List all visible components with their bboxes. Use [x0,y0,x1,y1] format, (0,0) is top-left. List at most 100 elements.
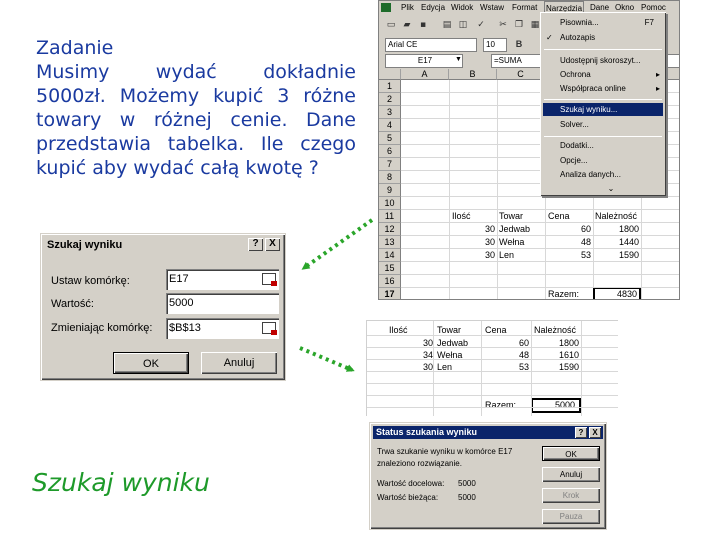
menu-format[interactable]: Format [512,3,537,12]
help-button[interactable]: ? [248,238,263,251]
dropdown-arrow-icon[interactable]: ▼ [455,56,462,63]
collapse-dialog-icon[interactable] [262,273,277,286]
menu-item-online[interactable]: Współpraca online ▸ [560,82,662,95]
ok-button[interactable]: OK [113,352,189,374]
row-header[interactable]: 10 [379,197,401,210]
price-cell[interactable]: 53 [481,361,529,374]
item-cell[interactable]: Len [437,361,452,374]
amount-cell[interactable]: 1590 [531,361,579,374]
set-cell-input[interactable]: E17 [166,269,279,290]
menu-data[interactable]: Dane [590,3,609,12]
caption-goal-seek: Szukaj wyniku [32,468,210,497]
menu-item-label: Pisownia... [560,18,599,27]
open-icon[interactable]: ▰ [401,19,413,32]
new-icon[interactable]: ▭ [385,19,397,32]
row-header[interactable]: 12 [379,223,401,236]
row-header[interactable]: 4 [379,119,401,132]
row-header[interactable]: 3 [379,106,401,119]
copy-icon[interactable]: ❐ [513,19,525,32]
row-header[interactable]: 2 [379,93,401,106]
menu-file[interactable]: Plik [401,3,414,12]
font-name-select[interactable]: Arial CE [385,38,477,52]
set-cell-value: E17 [169,273,189,285]
qty-cell[interactable]: 30 [385,361,433,374]
status-message-result: znaleziono rozwiązanie. [377,459,462,468]
to-value-input[interactable]: 5000 [166,293,279,314]
current-value-label: Wartość bieżąca: [377,493,439,502]
current-value: 5000 [458,493,476,502]
menu-expand-icon[interactable]: ⌄ [560,182,662,195]
menu-item-label: Dodatki... [560,141,594,150]
total-label[interactable]: Razem: [548,288,579,299]
row-header[interactable]: 8 [379,171,401,184]
menu-item-autosave[interactable]: ✓ Autozapis [546,31,662,44]
print-icon[interactable]: ▤ [441,19,453,32]
menu-item-spelling[interactable]: Pisownia... F7 [560,16,662,29]
menu-item-shortcut: F7 [644,18,654,27]
row-header[interactable]: 1 [379,80,401,93]
menu-item-label: Opcje... [560,156,588,165]
step-button: Krok [542,488,600,503]
row-header[interactable]: 9 [379,184,401,197]
row-header[interactable]: 7 [379,158,401,171]
menu-insert[interactable]: Wstaw [480,3,504,12]
menu-item-addins[interactable]: Dodatki... [560,139,662,152]
row-header[interactable]: 6 [379,145,401,158]
menu-item-share[interactable]: Udostępnij skoroszyt... [560,54,662,67]
pause-button: Pauza [542,509,600,524]
target-value-label: Wartość docelowa: [377,479,445,488]
row-header[interactable]: 15 [379,262,401,275]
menu-view[interactable]: Widok [451,3,473,12]
cancel-button[interactable]: Anuluj [542,467,600,482]
name-box[interactable]: E17 [385,54,463,68]
submenu-arrow-icon: ▸ [655,84,660,93]
menu-help[interactable]: Pomoc [641,3,666,12]
formula-value: =SUMA [494,56,522,65]
row-header[interactable]: 11 [379,210,401,223]
save-icon[interactable]: ▪ [417,19,429,32]
row-header[interactable]: 13 [379,236,401,249]
spelling-icon[interactable]: ✓ [475,19,487,32]
total-label[interactable]: Razem: [485,399,516,412]
total-cell[interactable]: 5000 [531,398,581,413]
menu-icon[interactable] [381,3,391,12]
dialog-title: Status szukania wyniku [376,427,478,437]
menu-item-solver[interactable]: Solver... [560,118,662,131]
submenu-arrow-icon: ▸ [655,70,660,79]
to-value-label: Wartość: [51,298,94,310]
font-size-select[interactable]: 10 [483,38,507,52]
row-header[interactable]: 14 [379,249,401,262]
arrow-dialog-to-result [299,346,355,372]
goal-seek-status-dialog: Status szukania wyniku ? X Trwa szukanie… [369,422,607,530]
column-header[interactable]: A [401,69,449,80]
changing-cell-input[interactable]: $B$13 [166,318,279,339]
total-cell[interactable]: 4830 [593,287,641,299]
dialog-title-bar: Szukaj wyniku ? X [44,237,282,253]
menu-edit[interactable]: Edycja [421,3,445,12]
close-button[interactable]: X [589,427,601,438]
result-grid: Ilość Towar Cena Należność 30 Jedwab 60 … [366,320,618,416]
ok-button[interactable]: OK [542,446,600,461]
corner-cell[interactable] [379,69,401,80]
menu-item-protection[interactable]: Ochrona ▸ [560,68,662,81]
column-header[interactable]: C [497,69,545,80]
close-button[interactable]: X [265,238,280,251]
row-header[interactable]: 17 [379,288,401,299]
cancel-button[interactable]: Anuluj [201,352,277,374]
menu-item-label: Solver... [560,120,589,129]
tools-dropdown-menu: Pisownia... F7 ✓ Autozapis Udostępnij skor… [540,12,666,196]
column-header[interactable]: B [449,69,497,80]
task-line: Musimy wydać dokładnie [36,61,356,83]
menu-item-options[interactable]: Opcje... [560,154,662,167]
cut-icon[interactable]: ✂ [497,19,509,32]
menu-item-data-analysis[interactable]: Analiza danych... [560,168,662,181]
row-header[interactable]: 5 [379,132,401,145]
changing-cell-label: Zmieniając komórkę: [51,322,153,334]
menu-item-goal-seek[interactable]: Szukaj wyniku... [543,103,663,116]
menu-window[interactable]: Okno [615,3,634,12]
collapse-dialog-icon[interactable] [262,322,277,335]
bold-icon[interactable]: B [513,38,525,51]
help-button[interactable]: ? [575,427,587,438]
preview-icon[interactable]: ◫ [457,19,469,32]
row-header[interactable]: 16 [379,275,401,288]
